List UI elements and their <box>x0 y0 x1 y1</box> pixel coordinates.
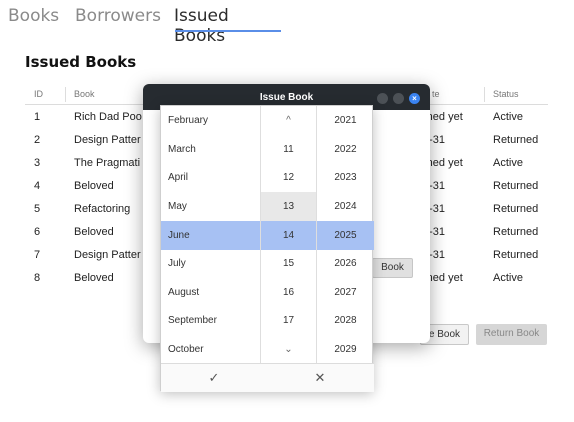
column-header-date[interactable]: te <box>432 89 440 99</box>
cell-id: 2 <box>34 134 41 146</box>
year-column[interactable]: 2021 2022 2023 2024 2025 2026 2027 2028 … <box>317 106 374 363</box>
day-option[interactable]: 16 <box>261 278 316 307</box>
scroll-down-icon[interactable]: ⌄ <box>261 335 316 364</box>
day-option[interactable]: 13 <box>261 192 316 221</box>
close-icon[interactable]: × <box>409 93 420 104</box>
date-picker: February March April May June July Augus… <box>160 105 374 392</box>
year-option[interactable]: 2028 <box>317 306 374 335</box>
month-option-selected[interactable]: June <box>161 221 260 250</box>
confirm-check-icon[interactable]: ✓ <box>161 364 267 392</box>
cell-status: Returned <box>493 180 539 192</box>
minimize-icon[interactable] <box>377 93 388 104</box>
day-option[interactable]: 17 <box>261 306 316 335</box>
dialog-issue-button[interactable]: Book <box>372 258 413 278</box>
cell-book: The Pragmati <box>74 157 141 169</box>
tab-books[interactable]: Books <box>8 6 59 26</box>
cell-status: Active <box>493 272 523 284</box>
cell-id: 5 <box>34 203 41 215</box>
tab-issued-books[interactable]: Issued Books <box>174 6 229 46</box>
day-option-selected[interactable]: 14 <box>261 221 316 250</box>
year-option-selected[interactable]: 2025 <box>317 221 374 250</box>
cell-book: Refactoring <box>74 203 131 215</box>
cell-id: 8 <box>34 272 41 284</box>
column-divider <box>65 87 66 102</box>
cell-status: Active <box>493 111 523 123</box>
active-tab-indicator <box>175 30 281 32</box>
year-option[interactable]: 2024 <box>317 192 374 221</box>
cell-status: Returned <box>493 249 539 261</box>
cell-book: Design Patter <box>74 249 141 261</box>
page-title: Issued Books <box>25 53 137 71</box>
month-option[interactable]: March <box>161 135 260 164</box>
year-option[interactable]: 2029 <box>317 335 374 364</box>
month-column[interactable]: February March April May June July Augus… <box>161 106 260 363</box>
day-option[interactable]: 12 <box>261 163 316 192</box>
year-option[interactable]: 2022 <box>317 135 374 164</box>
month-option[interactable]: October <box>161 335 260 364</box>
column-header-book[interactable]: Book <box>74 89 95 99</box>
cell-book: Beloved <box>74 226 114 238</box>
month-option[interactable]: July <box>161 249 260 278</box>
month-option[interactable]: February <box>161 106 260 135</box>
year-option[interactable]: 2021 <box>317 106 374 135</box>
cell-book: Beloved <box>74 272 114 284</box>
cell-id: 6 <box>34 226 41 238</box>
cell-id: 7 <box>34 249 41 261</box>
cell-status: Active <box>493 157 523 169</box>
column-divider <box>484 87 485 102</box>
column-header-id[interactable]: ID <box>34 89 43 99</box>
cell-book: Beloved <box>74 180 114 192</box>
cell-status: Returned <box>493 226 539 238</box>
month-option[interactable]: August <box>161 278 260 307</box>
year-option[interactable]: 2027 <box>317 278 374 307</box>
cell-book: Design Patter <box>74 134 141 146</box>
cell-id: 1 <box>34 111 41 123</box>
month-option[interactable]: May <box>161 192 260 221</box>
day-option[interactable]: 11 <box>261 135 316 164</box>
day-column[interactable]: ^ 11 12 13 14 15 16 17 ⌄ <box>260 106 317 363</box>
month-option[interactable]: September <box>161 306 260 335</box>
cell-book: Rich Dad Poo <box>74 111 142 123</box>
month-option[interactable]: April <box>161 163 260 192</box>
scroll-up-icon[interactable]: ^ <box>261 106 316 135</box>
return-book-button[interactable]: Return Book <box>476 324 547 345</box>
cell-status: Returned <box>493 134 539 146</box>
picker-footer: ✓ ✕ <box>161 363 374 392</box>
year-option[interactable]: 2023 <box>317 163 374 192</box>
cell-id: 3 <box>34 157 41 169</box>
cell-status: Returned <box>493 203 539 215</box>
column-header-status[interactable]: Status <box>493 89 519 99</box>
cancel-x-icon[interactable]: ✕ <box>267 364 373 392</box>
cell-id: 4 <box>34 180 41 192</box>
maximize-icon[interactable] <box>393 93 404 104</box>
year-option[interactable]: 2026 <box>317 249 374 278</box>
tab-borrowers[interactable]: Borrowers <box>75 6 161 26</box>
day-option[interactable]: 15 <box>261 249 316 278</box>
